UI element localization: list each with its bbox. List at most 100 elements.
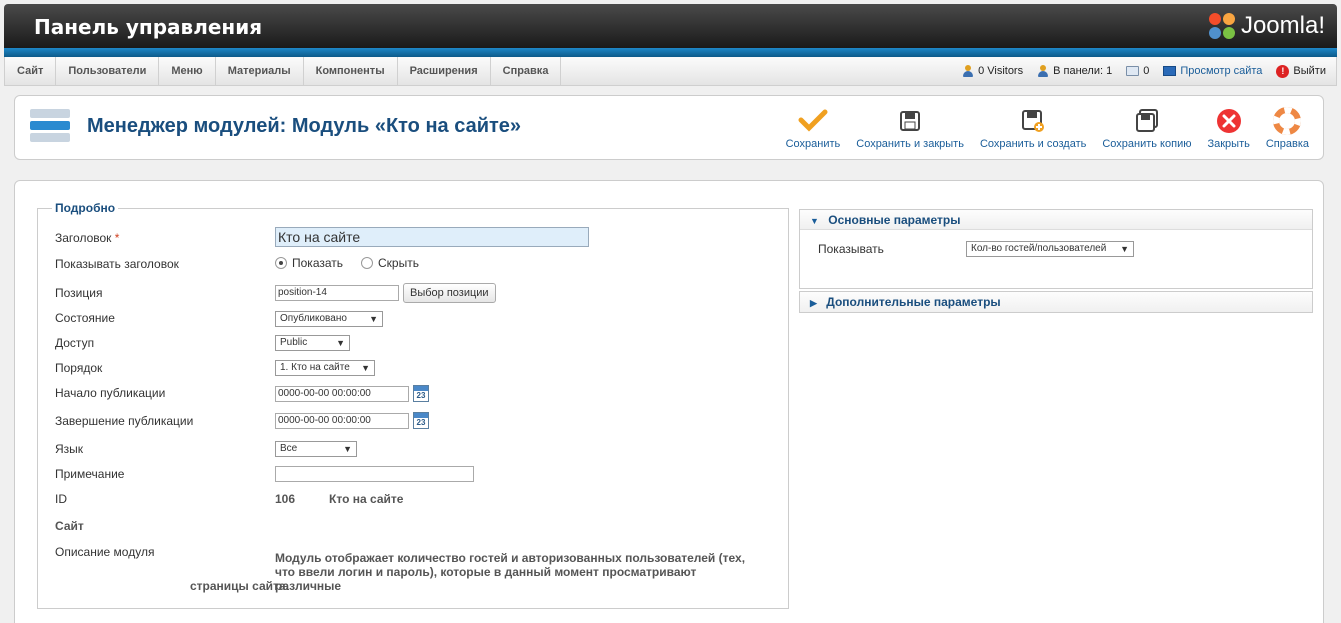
- radio-checked-icon: [275, 257, 287, 269]
- view-site-link[interactable]: Просмотр сайта: [1163, 65, 1262, 77]
- order-value: 1. Кто на сайте: [280, 362, 350, 373]
- save-close-button[interactable]: Сохранить и закрыть: [848, 106, 972, 150]
- status-area: 0 Visitors В панели: 1 0 Просмотр сайта …: [962, 57, 1326, 85]
- show-mode-label: Показывать: [818, 242, 884, 256]
- radio-show-label: Показать: [292, 256, 344, 270]
- save-label: Сохранить: [785, 138, 841, 150]
- monitor-icon: [1163, 66, 1177, 76]
- radio-hide-label: Скрыть: [378, 256, 419, 270]
- details-legend: Подробно: [55, 201, 116, 215]
- position-input[interactable]: position-14: [275, 285, 399, 301]
- save-copy-button[interactable]: Сохранить копию: [1094, 106, 1199, 150]
- save-close-label: Сохранить и закрыть: [856, 138, 964, 150]
- advanced-params-title: Дополнительные параметры: [826, 295, 1001, 309]
- position-label: Позиция: [55, 286, 103, 300]
- order-select[interactable]: 1. Кто на сайте ▼: [275, 360, 375, 376]
- joomla-logo[interactable]: Joomla!: [1207, 11, 1325, 41]
- save-new-button[interactable]: Сохранить и создать: [972, 106, 1094, 150]
- messages-status[interactable]: 0: [1126, 65, 1149, 77]
- note-input[interactable]: [275, 466, 474, 482]
- logout-label: Выйти: [1293, 65, 1326, 77]
- close-icon: [1213, 106, 1245, 136]
- view-site-label: Просмотр сайта: [1180, 65, 1263, 77]
- access-label: Доступ: [55, 336, 95, 350]
- admins-status: В панели: 1: [1037, 65, 1112, 77]
- help-button[interactable]: Справка: [1258, 106, 1317, 150]
- access-select[interactable]: Public ▼: [275, 335, 350, 351]
- joomla-logo-icon: [1207, 11, 1237, 41]
- dropdown-arrow-icon: ▼: [336, 338, 345, 348]
- module-manager-icon: [30, 106, 70, 146]
- select-position-button[interactable]: Выбор позиции: [403, 283, 496, 303]
- language-select[interactable]: Все ▼: [275, 441, 357, 457]
- calendar-icon[interactable]: 23: [413, 385, 429, 402]
- menu-components[interactable]: Компоненты: [304, 57, 398, 85]
- required-star: *: [114, 231, 120, 245]
- toolbar-buttons: Сохранить Сохранить и закрыть Сохранить …: [778, 106, 1317, 150]
- basic-params-panel: ▼ Основные параметры Показывать Кол-во г…: [799, 209, 1313, 289]
- advanced-params-header[interactable]: ▶ Дополнительные параметры: [800, 292, 1312, 312]
- site-label: Сайт: [55, 519, 84, 533]
- calendar-icon[interactable]: 23: [413, 412, 429, 429]
- close-button[interactable]: Закрыть: [1199, 106, 1257, 150]
- details-fieldset: Подробно Заголовок * Кто на сайте Показы…: [37, 201, 789, 609]
- header-title: Панель управления: [34, 15, 263, 39]
- basic-params-title: Основные параметры: [828, 213, 961, 227]
- visitors-status: 0 Visitors: [962, 65, 1023, 77]
- save-copy-label: Сохранить копию: [1102, 138, 1192, 150]
- language-label: Язык: [55, 442, 84, 456]
- main-menu-bar: Сайт Пользователи Меню Материалы Компоне…: [4, 57, 1337, 86]
- menu-extensions[interactable]: Расширения: [398, 57, 491, 85]
- toolbar-box: Менеджер модулей: Модуль «Кто на сайте» …: [14, 95, 1324, 160]
- messages-count: 0: [1143, 65, 1150, 77]
- title-label-row: Заголовок *: [55, 231, 119, 245]
- page-title: Менеджер модулей: Модуль «Кто на сайте»: [87, 115, 522, 137]
- module-description-cont: страницы сайта.: [190, 579, 289, 593]
- id-label: ID: [55, 492, 67, 506]
- basic-params-header[interactable]: ▼ Основные параметры: [800, 210, 1312, 230]
- dropdown-arrow-icon: ▼: [1120, 244, 1129, 254]
- visitors-icon: [962, 65, 974, 77]
- admin-header: Панель управления Joomla!: [4, 4, 1337, 48]
- state-select[interactable]: Опубликовано ▼: [275, 311, 383, 327]
- dropdown-arrow-icon: ▼: [343, 444, 352, 454]
- show-title-label: Показывать заголовок: [55, 257, 179, 271]
- logout-icon: !: [1276, 64, 1290, 78]
- floppy-copy-icon: [1131, 106, 1163, 136]
- admins-icon: [1037, 65, 1049, 77]
- logout-link[interactable]: ! Выйти: [1276, 64, 1326, 78]
- checkmark-icon: [797, 106, 829, 136]
- menu-site[interactable]: Сайт: [5, 57, 57, 85]
- save-button[interactable]: Сохранить: [778, 106, 849, 150]
- lifebuoy-icon: [1271, 106, 1303, 136]
- menu-menus[interactable]: Меню: [159, 57, 216, 85]
- menu-help[interactable]: Справка: [491, 57, 562, 85]
- state-value: Опубликовано: [280, 313, 347, 324]
- visitors-count: 0 Visitors: [978, 65, 1024, 77]
- triangle-right-icon: ▶: [810, 298, 817, 308]
- close-label: Закрыть: [1207, 138, 1250, 150]
- menu-users[interactable]: Пользователи: [56, 57, 160, 85]
- header-stripe: [4, 48, 1337, 57]
- floppy-icon: [894, 106, 926, 136]
- publish-down-input[interactable]: 0000-00-00 00:00:00: [275, 412, 409, 429]
- show-title-radio-hide[interactable]: Скрыть: [361, 256, 419, 270]
- note-label: Примечание: [55, 467, 125, 481]
- content-area: Подробно Заголовок * Кто на сайте Показы…: [14, 180, 1324, 623]
- language-value: Все: [280, 443, 298, 454]
- save-new-label: Сохранить и создать: [979, 138, 1087, 150]
- publish-up-input[interactable]: 0000-00-00 00:00:00: [275, 385, 409, 402]
- id-module-name: Кто на сайте: [329, 492, 404, 506]
- access-value: Public: [280, 337, 308, 348]
- radio-unchecked-icon: [361, 257, 374, 269]
- publish-down-label: Завершение публикации: [55, 414, 194, 428]
- help-label: Справка: [1265, 138, 1309, 150]
- description-label: Описание модуля: [55, 545, 155, 559]
- menu-content[interactable]: Материалы: [216, 57, 304, 85]
- id-value: 106: [275, 492, 296, 506]
- show-title-radio-show[interactable]: Показать: [275, 256, 343, 270]
- title-input[interactable]: Кто на сайте: [275, 227, 589, 247]
- state-label: Состояние: [55, 311, 115, 325]
- dropdown-arrow-icon: ▼: [369, 314, 378, 324]
- show-mode-select[interactable]: Кол-во гостей/пользователей ▼: [966, 241, 1134, 257]
